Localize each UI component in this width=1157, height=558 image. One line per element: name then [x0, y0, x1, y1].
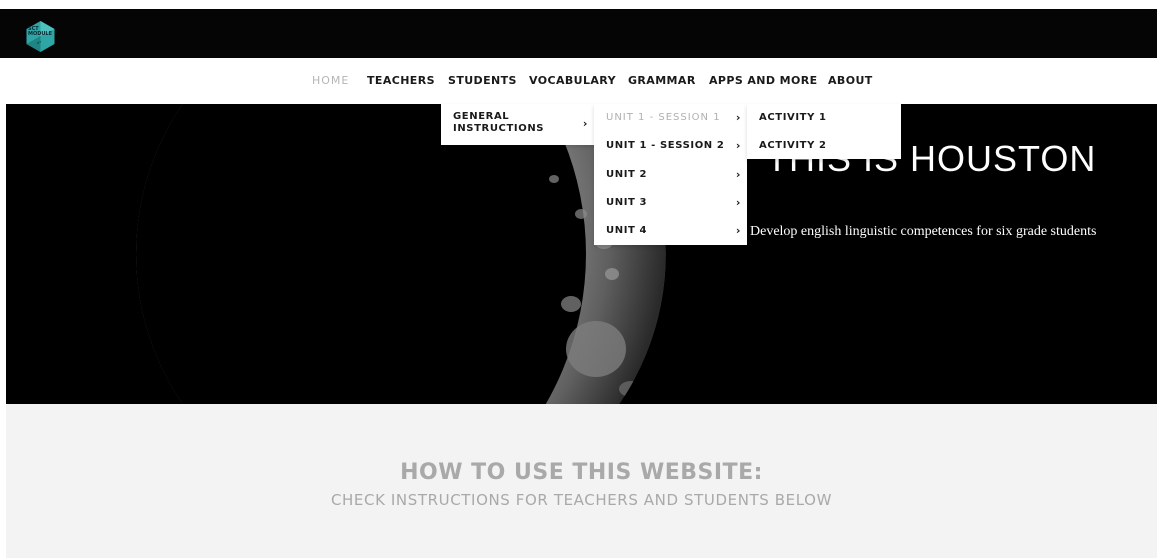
chevron-right-icon: › — [735, 224, 741, 237]
menu-item-label: ACTIVITY 2 — [759, 140, 827, 151]
dropdown-level-3: ACTIVITY 1 ACTIVITY 2 — [747, 104, 901, 159]
menu-item-general-instructions[interactable]: GENERAL INSTRUCTIONS › — [441, 111, 594, 141]
menu-item-label: UNIT 4 — [606, 225, 648, 236]
dropdown-level-1: GENERAL INSTRUCTIONS › — [441, 104, 594, 145]
chevron-right-icon: › — [735, 168, 741, 181]
section-subtitle: CHECK INSTRUCTIONS FOR TEACHERS AND STUD… — [330, 491, 832, 509]
menu-item-unit1-session1[interactable]: UNIT 1 - SESSION 1 › — [594, 111, 747, 126]
menu-item-label: UNIT 3 — [606, 197, 648, 208]
menu-item-label-line2: INSTRUCTIONS — [453, 123, 545, 134]
menu-item-label: UNIT 2 — [606, 169, 648, 180]
nav-vocabulary[interactable]: VOCABULARY — [529, 74, 616, 87]
menu-item-label: UNIT 1 - SESSION 1 — [606, 112, 721, 123]
chevron-right-icon: › — [735, 139, 741, 152]
menu-item-label: ACTIVITY 1 — [759, 112, 827, 123]
nav-teachers[interactable]: TEACHERS — [367, 74, 435, 87]
hero-subtitle: Develop english linguistic competences f… — [750, 224, 1097, 239]
dropdown-level-2: UNIT 1 - SESSION 1 › UNIT 1 - SESSION 2 … — [594, 104, 747, 245]
menu-item-activity-1[interactable]: ACTIVITY 1 — [747, 112, 901, 126]
nav-home[interactable]: HOME — [312, 74, 349, 87]
top-bar — [0, 9, 1157, 58]
site-logo[interactable]: SCT MODULE 6° — [24, 20, 57, 53]
main-nav: HOME TEACHERS STUDENTS VOCABULARY GRAMMA… — [0, 58, 1157, 104]
chevron-right-icon: › — [735, 196, 741, 209]
nav-apps-and-more[interactable]: APPS AND MORE — [709, 74, 818, 87]
menu-item-unit3[interactable]: UNIT 3 › — [594, 196, 747, 211]
hero-banner: THIS IS HOUSTON Develop english linguist… — [6, 104, 1157, 404]
chevron-right-icon: › — [735, 111, 741, 124]
logo-sub: 6° — [37, 40, 42, 45]
menu-item-label-line1: GENERAL — [453, 111, 510, 122]
nav-students[interactable]: STUDENTS — [448, 74, 517, 87]
menu-item-label: UNIT 1 - SESSION 2 — [606, 140, 725, 151]
menu-item-activity-2[interactable]: ACTIVITY 2 — [747, 140, 901, 154]
chevron-right-icon: › — [582, 117, 588, 130]
how-to-section: HOW TO USE THIS WEBSITE: CHECK INSTRUCTI… — [6, 404, 1157, 558]
section-title: HOW TO USE THIS WEBSITE: — [400, 460, 763, 485]
nav-grammar[interactable]: GRAMMAR — [628, 74, 696, 87]
menu-item-unit2[interactable]: UNIT 2 › — [594, 168, 747, 183]
menu-item-unit1-session2[interactable]: UNIT 1 - SESSION 2 › — [594, 139, 747, 154]
menu-item-unit4[interactable]: UNIT 4 › — [594, 224, 747, 239]
menu-item-label: GENERAL INSTRUCTIONS — [453, 111, 544, 135]
logo-text: SCT MODULE — [28, 26, 53, 37]
nav-about[interactable]: ABOUT — [828, 74, 873, 87]
